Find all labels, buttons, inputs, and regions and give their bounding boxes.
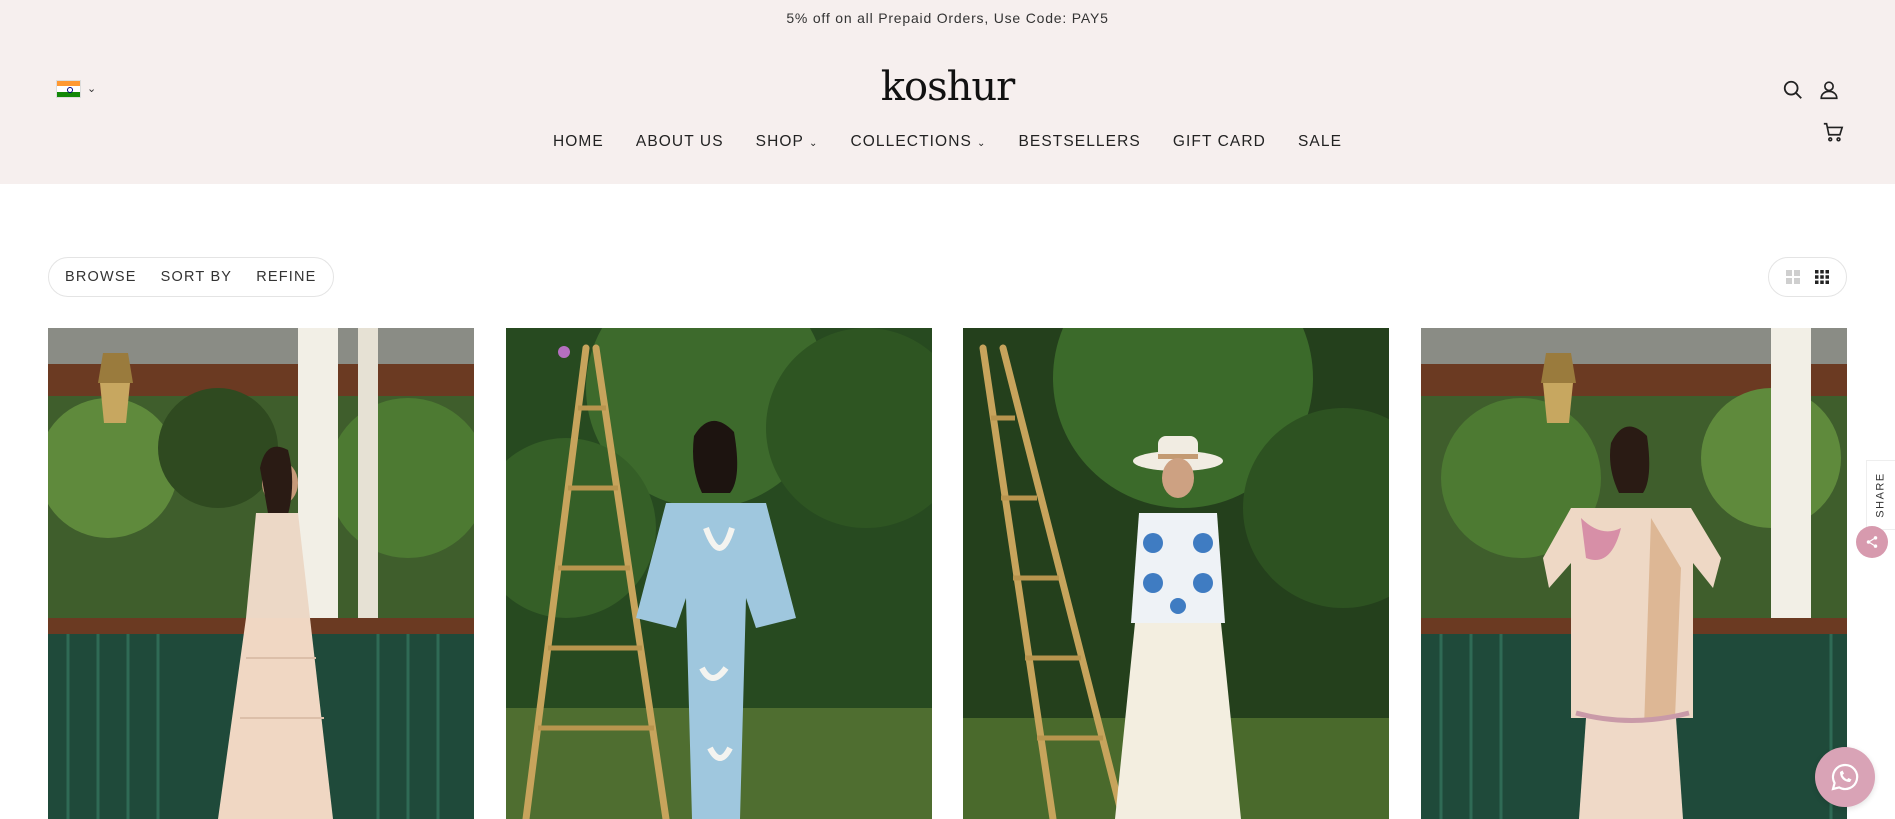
nav-item-label: HOME (552, 133, 604, 150)
nav-item-shop[interactable]: SHOP ⌄ (756, 133, 819, 151)
product-card[interactable] (48, 328, 474, 819)
nav-item-home[interactable]: HOME (553, 133, 604, 151)
share-button[interactable] (1856, 526, 1888, 558)
site-logo[interactable]: koshur (0, 64, 1895, 110)
sort-by-button[interactable]: SORT BY (161, 269, 233, 285)
nav-item-bestsellers[interactable]: BESTSELLERS (1018, 133, 1140, 151)
nav-item-collections[interactable]: COLLECTIONS ⌄ (850, 133, 986, 151)
view-toggle (1768, 257, 1847, 297)
grid-2-icon (1786, 270, 1801, 284)
product-card[interactable] (506, 328, 932, 819)
nav-item-label: BESTSELLERS (1018, 133, 1141, 150)
product-card[interactable] (963, 328, 1389, 819)
nav-item-label: ABOUT US (635, 133, 724, 150)
announcement-bar: 5% off on all Prepaid Orders, Use Code: … (786, 10, 1109, 26)
search-icon (1783, 80, 1802, 99)
share-label: SHARE (1875, 472, 1887, 518)
nav-item-label: SALE (1297, 133, 1343, 150)
whatsapp-icon (1831, 763, 1859, 791)
site-header: 5% off on all Prepaid Orders, Use Code: … (0, 0, 1895, 184)
product-image (48, 328, 474, 819)
share-icon (1866, 536, 1878, 548)
chevron-down-icon: ⌄ (976, 137, 987, 149)
nav-item-label: GIFT CARD (1172, 133, 1266, 150)
refine-button[interactable]: REFINE (256, 269, 316, 285)
collection-toolbar: BROWSE SORT BY REFINE (48, 257, 334, 297)
chevron-down-icon: ⌄ (808, 137, 819, 149)
whatsapp-chat-button[interactable] (1815, 747, 1875, 807)
nav-item-about-us[interactable]: ABOUT US (636, 133, 724, 151)
nav-item-sale[interactable]: SALE (1298, 133, 1342, 151)
product-card[interactable] (1421, 328, 1847, 819)
search-button[interactable] (1779, 76, 1807, 104)
grid-2-view-button[interactable] (1783, 267, 1803, 287)
nav-item-label: COLLECTIONS (850, 133, 972, 150)
nav-item-gift-card[interactable]: GIFT CARD (1173, 133, 1266, 151)
share-tab[interactable]: SHARE (1866, 460, 1895, 530)
main-nav: HOME ABOUT US SHOP ⌄ COLLECTIONS ⌄ BESTSEL… (0, 133, 1895, 151)
nav-item-label: SHOP (755, 133, 804, 150)
product-image (1421, 328, 1847, 819)
product-image (506, 328, 932, 819)
grid-4-icon (1814, 270, 1829, 284)
browse-button[interactable]: BROWSE (65, 269, 137, 285)
grid-4-view-button[interactable] (1812, 267, 1832, 287)
account-button[interactable] (1815, 76, 1843, 104)
user-icon (1820, 81, 1838, 100)
product-image (963, 328, 1389, 819)
